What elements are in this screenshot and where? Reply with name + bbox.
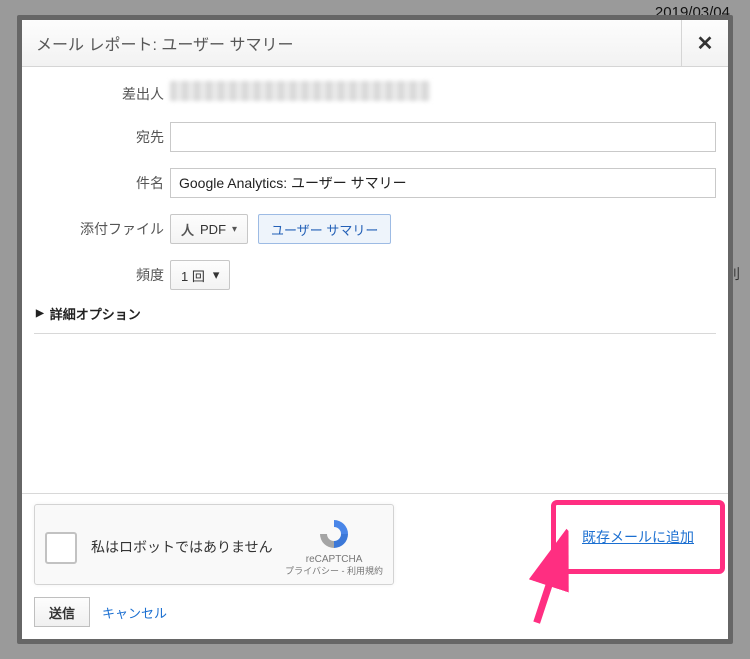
frequency-label: 頻度 — [34, 265, 170, 285]
recaptcha-brand-name: reCAPTCHA — [285, 553, 383, 566]
recaptcha-brand: reCAPTCHA プライバシー - 利用規約 — [285, 517, 383, 578]
attachment-chip-label: ユーザー サマリー — [271, 220, 378, 239]
attachment-format-dropdown[interactable]: 人 PDF ▾ — [170, 214, 248, 244]
frequency-value: 1 回 — [181, 266, 205, 285]
form-area: 差出人 宛先 件名 添付ファイル 人 P — [22, 67, 728, 334]
recaptcha-terms: プライバシー - 利用規約 — [285, 566, 383, 578]
caret-down-icon: ▾ — [232, 224, 237, 235]
footer-actions: 送信 キャンセル — [34, 597, 716, 627]
subject-input[interactable] — [170, 168, 716, 198]
add-to-existing-link[interactable]: 既存メールに追加 — [582, 529, 694, 545]
dialog-footer: 私はロボットではありません reCAPTCHA プライバシー - 利用規約 既存… — [22, 494, 728, 639]
to-input[interactable] — [170, 122, 716, 152]
send-button[interactable]: 送信 — [34, 597, 90, 627]
dialog-titlebar: メール レポート: ユーザー サマリー ✕ — [22, 20, 728, 67]
send-button-label: 送信 — [49, 606, 75, 621]
attachment-report-chip[interactable]: ユーザー サマリー — [258, 214, 391, 244]
from-value-redacted — [170, 81, 430, 101]
recaptcha-widget: 私はロボットではありません reCAPTCHA プライバシー - 利用規約 — [34, 504, 394, 585]
message-body-textarea[interactable] — [22, 334, 728, 494]
subject-label: 件名 — [34, 173, 170, 193]
attachment-label: 添付ファイル — [34, 219, 170, 239]
cancel-link[interactable]: キャンセル — [102, 603, 167, 622]
frequency-dropdown[interactable]: 1 回 ▾ — [170, 260, 230, 290]
recaptcha-checkbox[interactable] — [45, 532, 77, 564]
advanced-options-toggle[interactable]: ▶ 詳細オプション — [34, 298, 716, 334]
recaptcha-text: 私はロボットではありません — [91, 538, 285, 557]
email-report-dialog: メール レポート: ユーザー サマリー ✕ 差出人 宛先 件名 — [17, 15, 733, 644]
pdf-icon: 人 — [181, 220, 194, 239]
triangle-right-icon: ▶ — [36, 308, 44, 319]
advanced-options-label: 詳細オプション — [50, 304, 141, 323]
close-button[interactable]: ✕ — [681, 20, 728, 66]
caret-down-icon: ▾ — [213, 267, 220, 283]
from-label: 差出人 — [34, 84, 170, 104]
dialog-title: メール レポート: ユーザー サマリー — [36, 31, 293, 55]
to-label: 宛先 — [34, 127, 170, 147]
recaptcha-icon — [317, 517, 351, 551]
attachment-format-value: PDF — [200, 222, 226, 237]
close-icon: ✕ — [697, 31, 714, 56]
